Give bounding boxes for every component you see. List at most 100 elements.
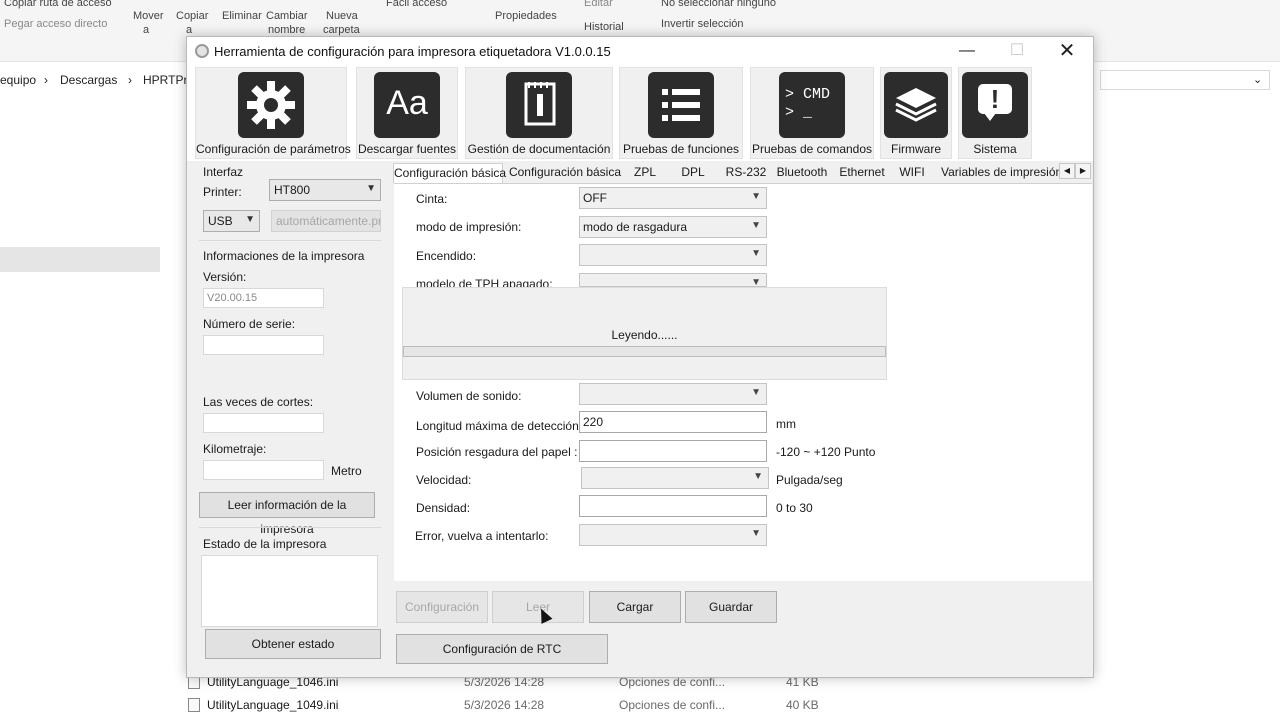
printer-select-value: HT800 xyxy=(274,183,311,197)
reading-progress-dialog: Leyendo...... xyxy=(402,287,887,380)
port-select[interactable]: USB ▼ xyxy=(203,210,260,232)
max-detect-input[interactable]: 220 xyxy=(579,411,767,433)
interface-label: Interfaz xyxy=(203,165,244,179)
move-to-command[interactable]: Mover xyxy=(133,10,164,22)
volume-select[interactable]: ▼ xyxy=(579,383,767,405)
progress-message: Leyendo...... xyxy=(611,328,678,342)
list-icon xyxy=(648,72,714,138)
mileage-label: Kilometraje: xyxy=(203,442,267,456)
tab-scroll-right-icon[interactable]: ▶ xyxy=(1075,163,1091,179)
tab-ethernet[interactable]: Ethernet xyxy=(836,163,888,183)
version-label: Versión: xyxy=(203,270,247,284)
minimize-button[interactable]: — xyxy=(944,37,990,65)
tool-function-tests[interactable]: Pruebas de funciones xyxy=(619,67,743,159)
tool-label: Pruebas de funciones xyxy=(622,142,740,156)
mileage-unit: Metro xyxy=(331,464,362,478)
tool-parameter-config[interactable]: Configuración de parámetros xyxy=(195,67,351,159)
close-button[interactable]: ✕ xyxy=(1044,37,1090,65)
main-toolbar: Configuración de parámetros Aa Descargar… xyxy=(187,65,1093,161)
document-icon xyxy=(506,72,572,138)
load-button[interactable]: Cargar xyxy=(589,591,681,623)
ini-file-icon xyxy=(188,698,200,712)
error-retry-label: Error, vuelva a intentarlo: xyxy=(415,529,549,543)
read-printer-info-button[interactable]: Leer información de la impresora xyxy=(199,492,375,536)
alert-icon: ! xyxy=(962,72,1028,138)
chevron-down-icon[interactable]: ⌄ xyxy=(1253,73,1262,86)
breadcrumb-separator-icon: › xyxy=(44,73,48,87)
chevron-down-icon: ▼ xyxy=(751,387,761,398)
print-mode-select[interactable]: modo de rasgadura ▼ xyxy=(579,216,767,238)
chevron-down-icon: ▼ xyxy=(751,277,761,287)
speed-unit: Pulgada/seg xyxy=(776,473,843,487)
power-select[interactable]: ▼ xyxy=(579,244,767,266)
ribbon-select-value: OFF xyxy=(583,191,607,205)
progress-bar xyxy=(403,346,886,357)
app-icon xyxy=(195,44,209,58)
list-item[interactable]: UtilityLanguage_1049.ini 5/3/2026 14:28 … xyxy=(188,695,888,715)
new-folder-command-sub: carpeta xyxy=(323,24,360,36)
alert-icon-glyph: ! xyxy=(978,84,1012,114)
density-label: Densidad: xyxy=(416,501,471,515)
tab-bluetooth[interactable]: Bluetooth xyxy=(773,163,831,183)
tool-system[interactable]: ! Sistema xyxy=(958,67,1032,159)
cuts-field xyxy=(203,413,324,433)
ribbon-select[interactable]: OFF ▼ xyxy=(579,187,767,209)
basic-config-panel xyxy=(394,183,1092,581)
select-none-command[interactable]: No seleccionar ninguno xyxy=(661,0,776,9)
tab-zpl[interactable]: ZPL xyxy=(630,163,660,183)
printer-info-title: Informaciones de la impresora xyxy=(203,249,365,263)
tool-label: Firmware xyxy=(891,142,941,156)
save-button[interactable]: Guardar xyxy=(685,591,777,623)
cmd-icon: > CMD > _ xyxy=(779,72,845,138)
invert-selection-command[interactable]: Invertir selección xyxy=(661,18,744,30)
tab-basic-config[interactable]: Configuración básica xyxy=(393,163,506,183)
copy-to-command[interactable]: Copiar xyxy=(176,10,208,22)
explorer-search-field[interactable] xyxy=(1100,70,1270,90)
printer-status-box xyxy=(201,555,378,627)
history-command[interactable]: Historial xyxy=(584,21,624,33)
tear-position-input[interactable] xyxy=(579,440,767,462)
edit-command[interactable]: Editar xyxy=(584,0,613,9)
rtc-config-button[interactable]: Configuración de RTC xyxy=(396,634,608,664)
tool-document-management[interactable]: Gestión de documentación xyxy=(465,67,613,159)
get-status-button[interactable]: Obtener estado xyxy=(205,629,381,659)
tool-download-fonts[interactable]: Aa Descargar fuentes xyxy=(356,67,458,159)
mileage-field xyxy=(203,460,324,480)
tab-dpl[interactable]: DPL xyxy=(678,163,708,183)
tab-basic-config-2[interactable]: Configuración básica xyxy=(506,163,624,183)
ribbon-label: Cinta: xyxy=(416,192,448,206)
speed-select[interactable]: ▼ xyxy=(581,467,769,489)
tab-rs232[interactable]: RS-232 xyxy=(722,163,770,183)
nav-pane-selected-item[interactable] xyxy=(0,247,160,272)
error-retry-select[interactable]: ▼ xyxy=(579,524,767,546)
easy-access-command[interactable]: Fácil acceso xyxy=(386,0,447,9)
tear-position-unit: -120 ~ +120 Punto xyxy=(776,445,876,459)
printer-select[interactable]: HT800 ▼ xyxy=(269,179,381,201)
file-type: Opciones de confi... xyxy=(619,698,726,712)
divider xyxy=(199,240,381,241)
properties-command[interactable]: Propiedades xyxy=(495,10,557,22)
tph-select[interactable]: ▼ xyxy=(579,273,767,287)
chip-icon xyxy=(884,72,948,138)
volume-label: Volumen de sonido: xyxy=(416,389,522,403)
chevron-down-icon: ▼ xyxy=(753,471,763,482)
tool-label: Sistema xyxy=(973,142,1017,156)
tab-print-variables[interactable]: Variables de impresión xyxy=(941,163,1059,183)
tool-firmware[interactable]: Firmware xyxy=(880,67,952,159)
breadcrumb-item[interactable]: equipo xyxy=(0,73,36,87)
paste-shortcut-command[interactable]: Pegar acceso directo xyxy=(4,18,107,30)
title-bar[interactable]: Herramienta de configuración para impres… xyxy=(187,37,1093,65)
chevron-down-icon: ▼ xyxy=(751,220,761,231)
tab-wifi[interactable]: WIFI xyxy=(894,163,930,183)
file-size: 40 KB xyxy=(786,698,819,712)
printer-status-label: Estado de la impresora xyxy=(203,537,327,551)
copy-path-command[interactable]: Copiar ruta de acceso xyxy=(4,0,112,9)
rename-command[interactable]: Cambiar xyxy=(266,10,308,22)
density-input[interactable] xyxy=(579,495,767,517)
breadcrumb-item[interactable]: HPRTPri xyxy=(143,73,190,87)
breadcrumb-item[interactable]: Descargas xyxy=(60,73,117,87)
delete-command[interactable]: Eliminar xyxy=(222,10,262,22)
tool-command-tests[interactable]: > CMD > _ Pruebas de comandos xyxy=(750,67,874,159)
tab-scroll-left-icon[interactable]: ◀ xyxy=(1059,163,1075,179)
new-folder-command[interactable]: Nueva xyxy=(326,10,358,22)
